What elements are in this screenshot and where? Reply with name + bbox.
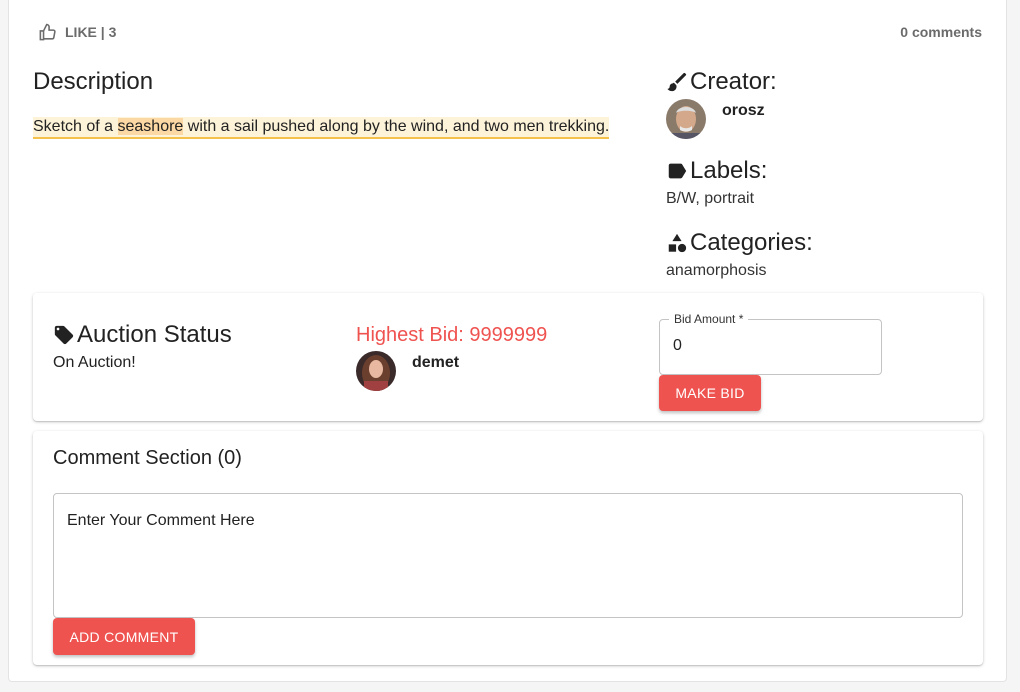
shapes-icon bbox=[668, 233, 687, 253]
creator-title: Creator: bbox=[690, 68, 777, 95]
bid-amount-input[interactable] bbox=[673, 337, 863, 355]
brush-icon bbox=[667, 72, 687, 92]
label-icon bbox=[668, 163, 687, 179]
description-text-after: with a sail pushed along by the wind, an… bbox=[183, 118, 610, 135]
description-text-before: Sketch of a bbox=[33, 118, 118, 135]
auction-title: Auction Status bbox=[77, 321, 232, 348]
thumbs-up-icon bbox=[39, 23, 56, 40]
auction-panel: Auction Status On Auction! Highest Bid: … bbox=[33, 293, 983, 421]
comment-section-title: Comment Section (0) bbox=[53, 447, 242, 469]
categories-value: anamorphosis bbox=[666, 262, 767, 279]
labels-title: Labels: bbox=[690, 157, 768, 184]
bid-amount-field: Bid Amount * bbox=[659, 312, 882, 375]
creator-name[interactable]: orosz bbox=[722, 102, 765, 120]
like-label: LIKE | 3 bbox=[65, 24, 117, 40]
categories-heading: Categories: bbox=[666, 229, 813, 257]
add-comment-button[interactable]: ADD COMMENT bbox=[53, 618, 195, 655]
bidder-avatar[interactable] bbox=[356, 351, 396, 391]
comment-input[interactable] bbox=[53, 493, 963, 618]
description-text: Sketch of a seashore with a sail pushed … bbox=[33, 117, 610, 139]
labels-value: B/W, portrait bbox=[666, 190, 755, 207]
comment-panel: Comment Section (0) ADD COMMENT bbox=[33, 431, 983, 665]
creator-heading: Creator: bbox=[666, 68, 777, 96]
labels-heading: Labels: bbox=[666, 157, 767, 185]
description-text-highlight: seashore bbox=[117, 118, 184, 135]
make-bid-button[interactable]: MAKE BID bbox=[659, 375, 761, 411]
auction-heading: Auction Status bbox=[53, 321, 232, 349]
tag-icon bbox=[54, 325, 74, 345]
auction-status: On Auction! bbox=[53, 354, 136, 371]
creator-avatar[interactable] bbox=[666, 99, 706, 139]
bid-amount-label: Bid Amount * bbox=[669, 312, 749, 326]
comments-count[interactable]: 0 comments bbox=[900, 24, 982, 40]
categories-title: Categories: bbox=[690, 229, 813, 256]
description-title: Description bbox=[33, 68, 154, 95]
highest-bid: Highest Bid: 9999999 bbox=[356, 324, 548, 346]
bidder-name[interactable]: demet bbox=[412, 354, 459, 372]
like-button[interactable]: LIKE | 3 bbox=[38, 22, 116, 42]
